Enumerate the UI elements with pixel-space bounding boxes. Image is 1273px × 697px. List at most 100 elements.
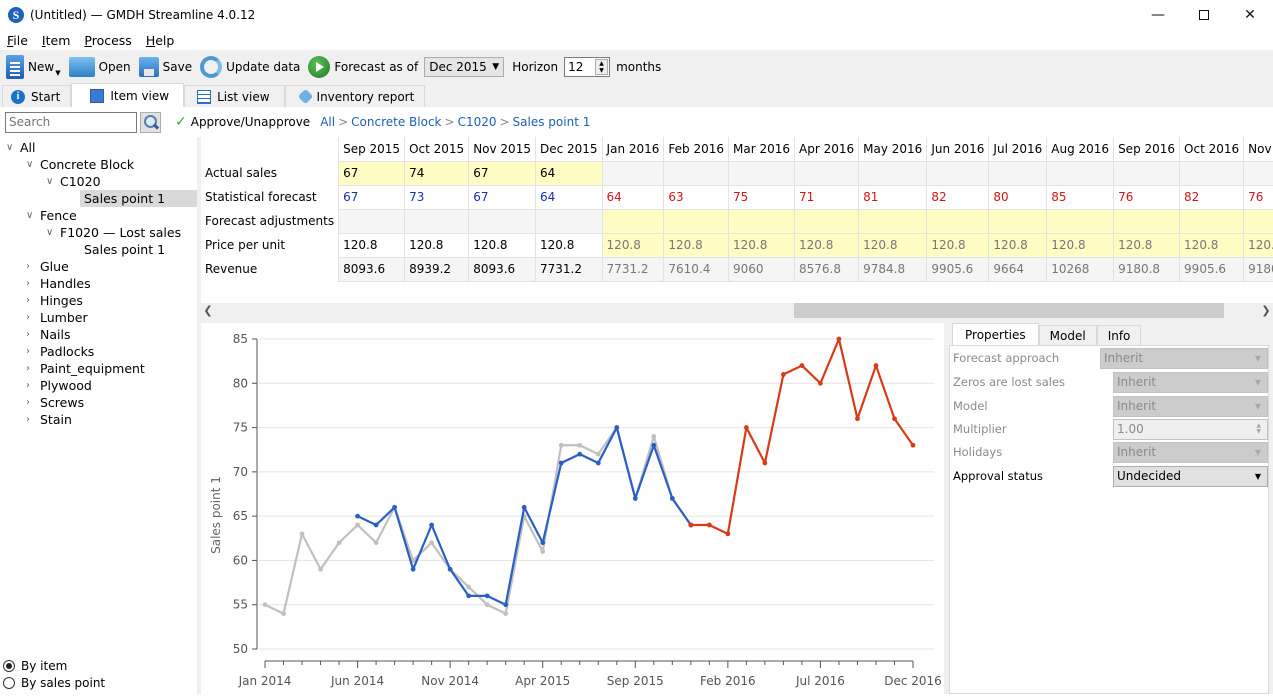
grid-cell[interactable] [858,208,928,234]
tree-node[interactable]: ∨ Concrete Block [26,156,134,173]
horizontal-scrollbar[interactable]: ❮ ❯ [201,303,1273,318]
grid-cell[interactable]: 67 [338,160,406,186]
grid-cell[interactable] [663,208,730,234]
tree-node[interactable]: › Hinges [26,292,83,309]
tab-info[interactable]: Info [1096,325,1142,345]
update-data-button[interactable]: Update data [200,55,300,78]
grid-cell[interactable]: 120.8 [988,232,1048,258]
approval-status-select[interactable]: Undecided ▼ [1113,465,1268,487]
tree-node[interactable]: › Paint_equipment [26,360,145,377]
scrollbar-thumb[interactable] [794,303,1224,318]
approve-unapprove-button[interactable]: ✓ Approve/Unapprove [175,114,310,130]
breadcrumb-item[interactable]: Concrete Block [351,115,441,129]
as-of-select[interactable]: Dec 2015 ▼ [424,56,505,77]
grid-cell[interactable]: 120.8 [1243,232,1273,258]
grid-cell[interactable]: 120.8 [858,232,928,258]
chevron-down-icon[interactable]: ∨ [26,210,40,221]
grid-cell[interactable]: 120.8 [926,232,990,258]
chevron-right-icon[interactable]: › [26,414,40,425]
chevron-right-icon[interactable]: › [26,363,40,374]
menu-help[interactable]: Help [142,33,179,48]
forecast-approach-select[interactable]: Inherit ▼ [1100,347,1268,369]
maximize-button[interactable] [1181,0,1227,30]
tab-start[interactable]: i Start [2,85,72,107]
grid-cell[interactable] [1243,208,1273,234]
model-select[interactable]: Inherit ▼ [1113,395,1268,417]
chevron-right-icon[interactable]: › [26,295,40,306]
grid-cell[interactable] [1179,208,1245,234]
tree-node[interactable]: › Padlocks [26,343,94,360]
chevron-right-icon[interactable]: › [26,329,40,340]
search-input[interactable] [5,111,137,133]
chevron-right-icon[interactable]: › [26,278,40,289]
tree-node-selected[interactable]: Sales point 1 [80,190,197,207]
grid-cell[interactable]: 120.8 [1179,232,1245,258]
tab-inventory-report[interactable]: Inventory report [284,85,426,107]
grid-cell[interactable] [988,208,1048,234]
chevron-right-icon[interactable]: › [26,397,40,408]
save-button[interactable]: Save [138,56,192,77]
spin-arrows-icon[interactable]: ▲ ▼ [1256,423,1261,435]
breadcrumb-item[interactable]: C1020 [458,115,497,129]
grid-cell[interactable] [1046,208,1115,234]
tree-node[interactable]: › Lumber [26,309,88,326]
grid-cell[interactable]: 67 [468,160,536,186]
spin-arrows-icon[interactable]: ▲ ▼ [595,58,609,75]
grid-cell[interactable] [601,208,665,234]
chevron-down-icon[interactable]: ∨ [6,142,20,153]
grid-cell[interactable]: 120.8 [1046,232,1115,258]
open-button[interactable]: Open [68,56,131,77]
tree-node[interactable]: › Screws [26,394,84,411]
search-button[interactable] [140,111,161,133]
forecast-button[interactable]: Forecast [308,55,385,78]
holidays-select[interactable]: Inherit ▼ [1113,441,1268,463]
tab-item-view[interactable]: Item view [71,83,185,107]
scroll-right-icon[interactable]: ❯ [1259,303,1273,318]
grid-cell[interactable]: 120.8 [663,232,730,258]
grid-cell[interactable]: 120.8 [728,232,796,258]
chevron-down-icon[interactable]: ∨ [46,176,60,187]
tab-model[interactable]: Model [1038,325,1097,345]
chevron-right-icon[interactable]: › [26,261,40,272]
grid-cell[interactable]: 74 [404,160,470,186]
tree-node[interactable]: ∨ All [6,139,36,156]
new-button[interactable]: New ▼ [6,54,61,79]
tree-node[interactable]: › Nails [26,326,70,343]
tree-node[interactable]: ∨ C1020 [46,173,101,190]
tree-node[interactable]: Sales point 1 [84,241,165,258]
grid-cell[interactable]: 64 [534,160,603,186]
horizon-stepper[interactable]: 12 ▲ ▼ [564,56,611,77]
grid-cell[interactable]: 120.8 [1113,232,1181,258]
grid-cell[interactable]: 120.8 [601,232,665,258]
chevron-right-icon[interactable]: › [26,346,40,357]
tree-node[interactable]: › Glue [26,258,69,275]
chevron-right-icon[interactable]: › [26,312,40,323]
tree-node[interactable]: › Plywood [26,377,92,394]
by-item-radio[interactable]: By item [3,659,67,673]
tab-properties[interactable]: Properties [952,323,1039,345]
chevron-right-icon[interactable]: › [26,380,40,391]
grid-cell[interactable]: 120.8 [794,232,860,258]
tree-node[interactable]: › Handles [26,275,91,292]
menu-process[interactable]: Process [80,33,135,48]
grid-cell[interactable] [794,208,860,234]
close-button[interactable]: ✕ [1227,0,1273,30]
grid-cell[interactable] [1113,208,1181,234]
grid-cell[interactable] [926,208,990,234]
zeros-lost-sales-select[interactable]: Inherit ▼ [1113,371,1268,393]
tree-node[interactable]: ∨ Fence [26,207,77,224]
by-sales-point-radio[interactable]: By sales point [3,676,105,690]
tab-list-view[interactable]: List view [184,85,285,107]
menu-file[interactable]: File [3,33,32,48]
breadcrumb-item[interactable]: Sales point 1 [513,115,591,129]
chevron-down-icon[interactable]: ∨ [46,227,60,238]
tree-node[interactable]: ∨ F1020 — Lost sales [46,224,181,241]
menu-item[interactable]: Item [38,33,74,48]
multiplier-stepper[interactable]: 1.00 ▲ ▼ [1113,418,1268,440]
tree-node[interactable]: › Stain [26,411,72,428]
grid-cell[interactable] [728,208,796,234]
minimize-button[interactable]: — [1135,0,1181,30]
scroll-left-icon[interactable]: ❮ [201,303,215,318]
breadcrumb-item[interactable]: All [320,115,335,129]
chevron-down-icon[interactable]: ∨ [26,159,40,170]
